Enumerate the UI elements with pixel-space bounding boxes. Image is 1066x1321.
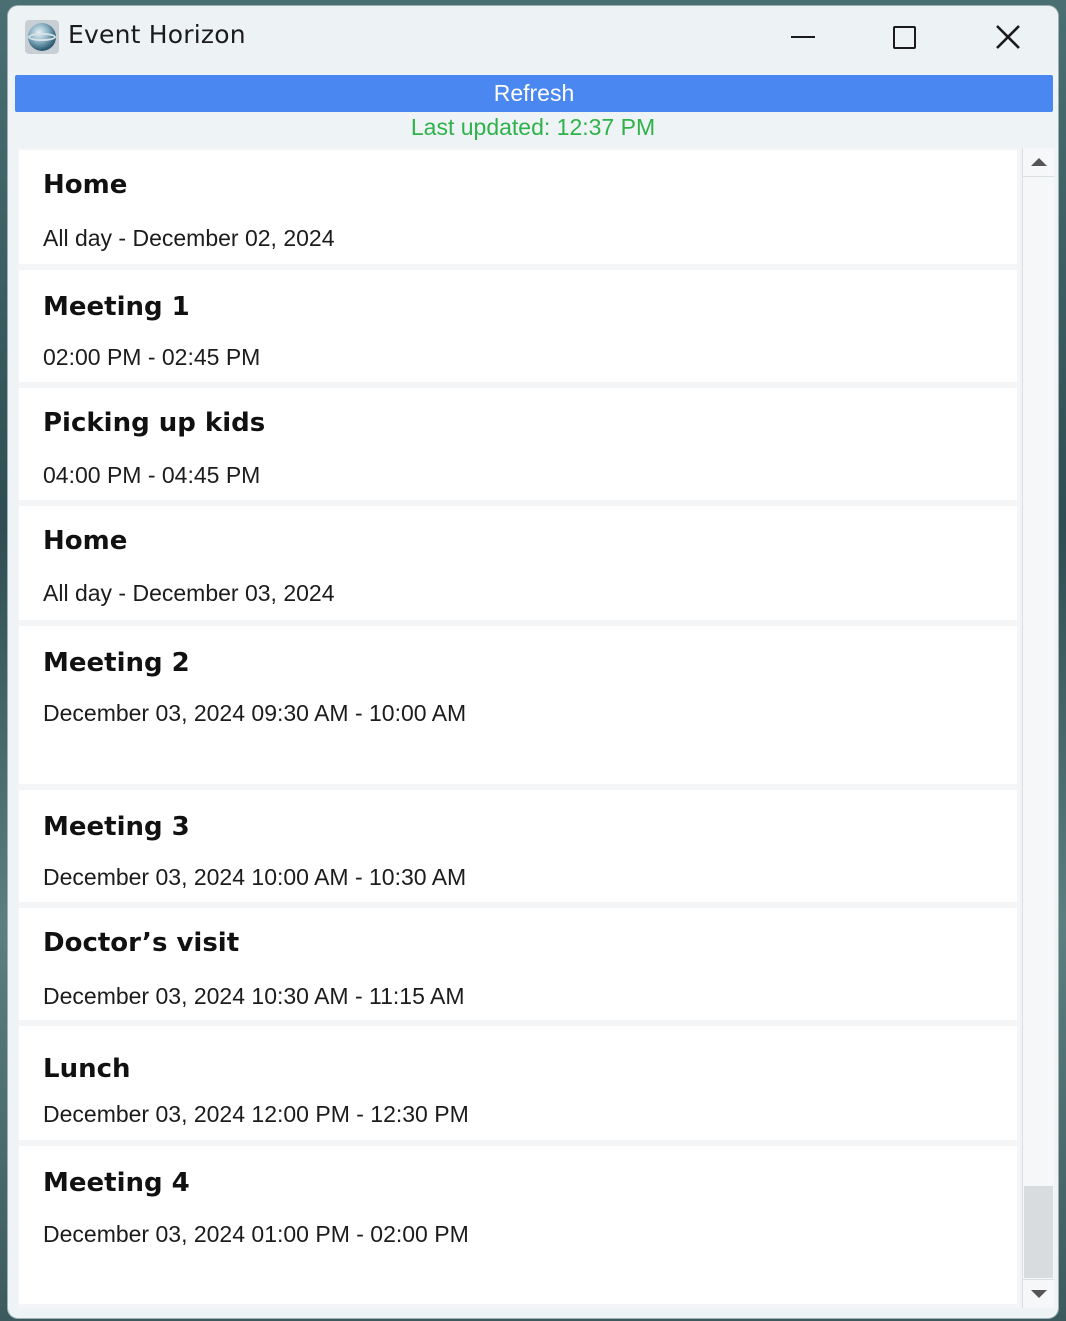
- app-globe-icon: [25, 20, 59, 54]
- event-list[interactable]: Home All day - December 02, 2024 Meeting…: [18, 148, 1020, 1308]
- scroll-thumb[interactable]: [1024, 1186, 1053, 1278]
- chevron-down-icon: [1030, 1290, 1047, 1298]
- event-title: Doctor’s visit: [43, 928, 240, 958]
- close-icon: [996, 25, 1020, 49]
- event-card[interactable]: Home All day - December 02, 2024: [19, 150, 1017, 264]
- window-title: Event Horizon: [68, 20, 246, 49]
- event-time: December 03, 2024 01:00 PM - 02:00 PM: [43, 1221, 469, 1247]
- event-card[interactable]: Doctor’s visit December 03, 2024 10:30 A…: [19, 908, 1017, 1020]
- event-card[interactable]: Meeting 3 December 03, 2024 10:00 AM - 1…: [19, 790, 1017, 902]
- maximize-icon: [892, 25, 916, 49]
- scroll-up-button[interactable]: [1023, 148, 1054, 177]
- minimize-icon: [791, 36, 815, 38]
- chevron-up-icon: [1030, 158, 1047, 166]
- event-title: Meeting 2: [43, 648, 190, 678]
- event-card[interactable]: Home All day - December 03, 2024: [19, 506, 1017, 620]
- event-card[interactable]: Meeting 2 December 03, 2024 09:30 AM - 1…: [19, 626, 1017, 784]
- event-time: December 03, 2024 10:30 AM - 11:15 AM: [43, 983, 465, 1009]
- event-time: December 03, 2024 09:30 AM - 10:00 AM: [43, 700, 467, 726]
- event-card[interactable]: Meeting 4 December 03, 2024 01:00 PM - 0…: [19, 1146, 1017, 1304]
- event-time: 04:00 PM - 04:45 PM: [43, 462, 261, 488]
- event-title: Meeting 3: [43, 812, 190, 842]
- event-time: All day - December 02, 2024: [43, 225, 335, 251]
- event-title: Meeting 1: [43, 292, 190, 322]
- event-card[interactable]: Lunch December 03, 2024 12:00 PM - 12:30…: [19, 1026, 1017, 1140]
- event-title: Home: [43, 170, 128, 200]
- maximize-button[interactable]: [874, 14, 934, 60]
- event-title: Meeting 4: [43, 1168, 190, 1198]
- title-bar[interactable]: Event Horizon: [8, 6, 1058, 72]
- scroll-down-button[interactable]: [1023, 1279, 1054, 1308]
- refresh-button[interactable]: Refresh: [15, 75, 1053, 112]
- event-card[interactable]: Meeting 1 02:00 PM - 02:45 PM: [19, 270, 1017, 382]
- event-time: All day - December 03, 2024: [43, 580, 335, 606]
- minimize-button[interactable]: [773, 14, 833, 60]
- close-button[interactable]: [978, 14, 1038, 60]
- event-card[interactable]: Picking up kids 04:00 PM - 04:45 PM: [19, 388, 1017, 500]
- event-time: 02:00 PM - 02:45 PM: [43, 344, 261, 370]
- event-time: December 03, 2024 10:00 AM - 10:30 AM: [43, 864, 467, 890]
- vertical-scrollbar[interactable]: [1022, 148, 1054, 1308]
- event-time: December 03, 2024 12:00 PM - 12:30 PM: [43, 1101, 469, 1127]
- last-updated-status: Last updated: 12:37 PM: [410, 114, 656, 140]
- event-title: Lunch: [43, 1054, 131, 1084]
- event-title: Picking up kids: [43, 408, 266, 438]
- event-title: Home: [43, 526, 128, 556]
- app-window: Event Horizon Refresh Last updated: 12:3…: [8, 6, 1058, 1318]
